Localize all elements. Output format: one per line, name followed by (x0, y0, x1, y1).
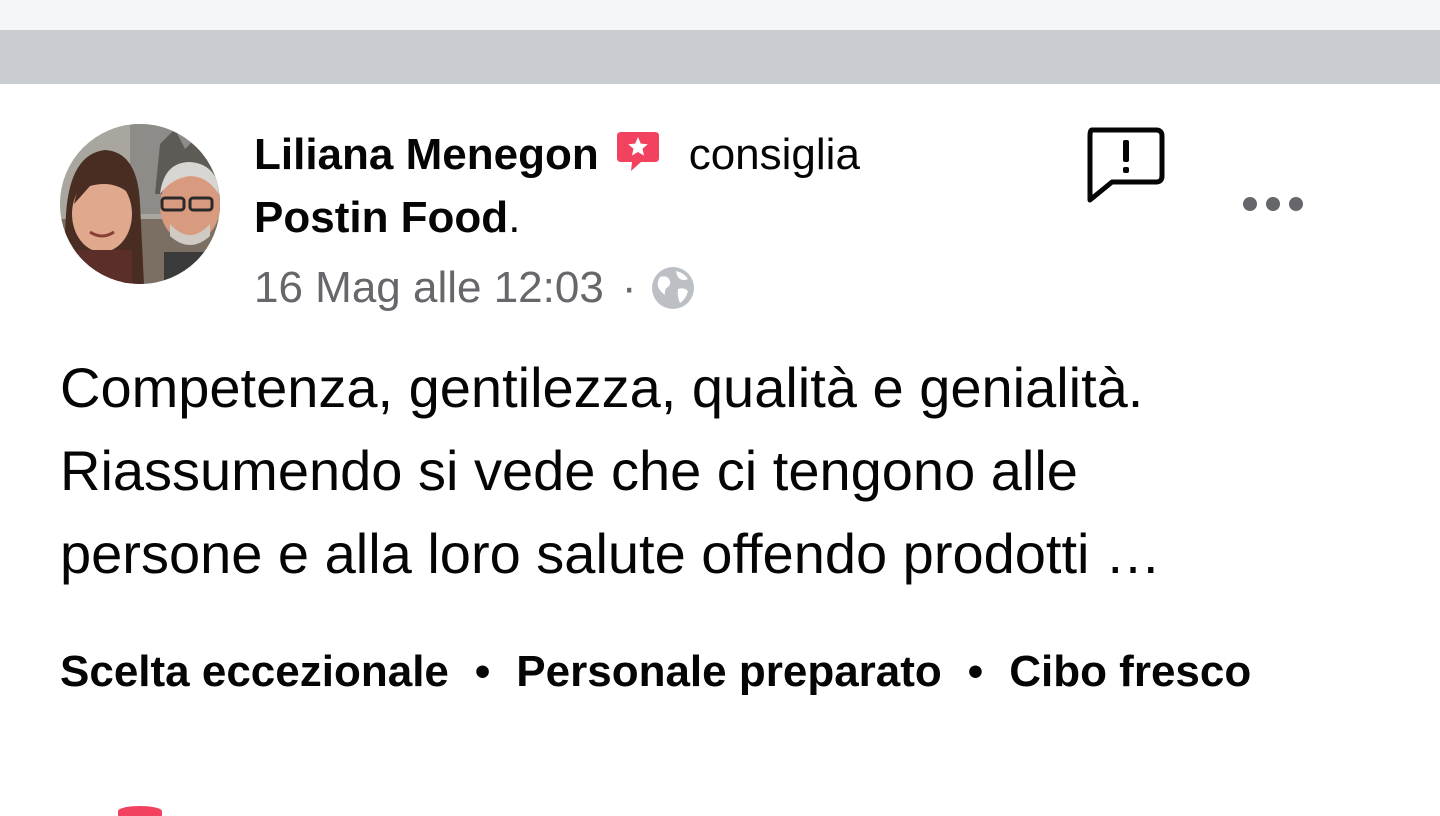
report-exclamation-icon (1087, 127, 1165, 203)
timestamp[interactable]: 16 Mag alle 12:03 (254, 263, 604, 313)
meta-separator: · (621, 263, 637, 312)
post-header-page-line: Postin Food . (254, 188, 520, 248)
tag-separator: • (474, 647, 491, 696)
more-options-icon (1243, 197, 1257, 211)
globe-icon[interactable] (650, 265, 696, 311)
author-name[interactable]: Liliana Menegon (254, 130, 599, 180)
tag: Scelta eccezionale (60, 647, 449, 696)
review-line: persone e alla loro salute offendo prodo… (60, 522, 1162, 585)
report-button[interactable] (1082, 124, 1168, 210)
review-line: Competenza, gentilezza, qualità e genial… (60, 356, 1144, 419)
review-line: Riassumendo si vede che ci tengono alle (60, 439, 1078, 502)
page-name[interactable]: Postin Food (254, 193, 508, 243)
post-meta: 16 Mag alle 12:03 · (254, 256, 696, 320)
next-item-peek (118, 806, 162, 816)
feed-separator (0, 30, 1440, 84)
action-text: consiglia (688, 130, 860, 179)
more-options-button[interactable] (1232, 180, 1314, 228)
recommendation-tags: Scelta eccezionale • Personale preparato… (60, 642, 1251, 702)
top-strip (0, 0, 1440, 30)
page-name-suffix: . (508, 193, 521, 242)
avatar[interactable] (60, 124, 220, 284)
post-card: Liliana Menegon consiglia Postin Food . … (0, 84, 1440, 809)
post-header-line: Liliana Menegon consiglia (254, 124, 860, 186)
more-options-dot (1289, 197, 1303, 211)
review-text[interactable]: Competenza, gentilezza, qualità e genial… (60, 346, 1360, 595)
more-options-dot (1266, 197, 1280, 211)
tag: Personale preparato (516, 647, 942, 696)
recommend-star-bubble-icon (615, 128, 661, 174)
tag-separator: • (967, 647, 984, 696)
tag: Cibo fresco (1009, 647, 1252, 696)
